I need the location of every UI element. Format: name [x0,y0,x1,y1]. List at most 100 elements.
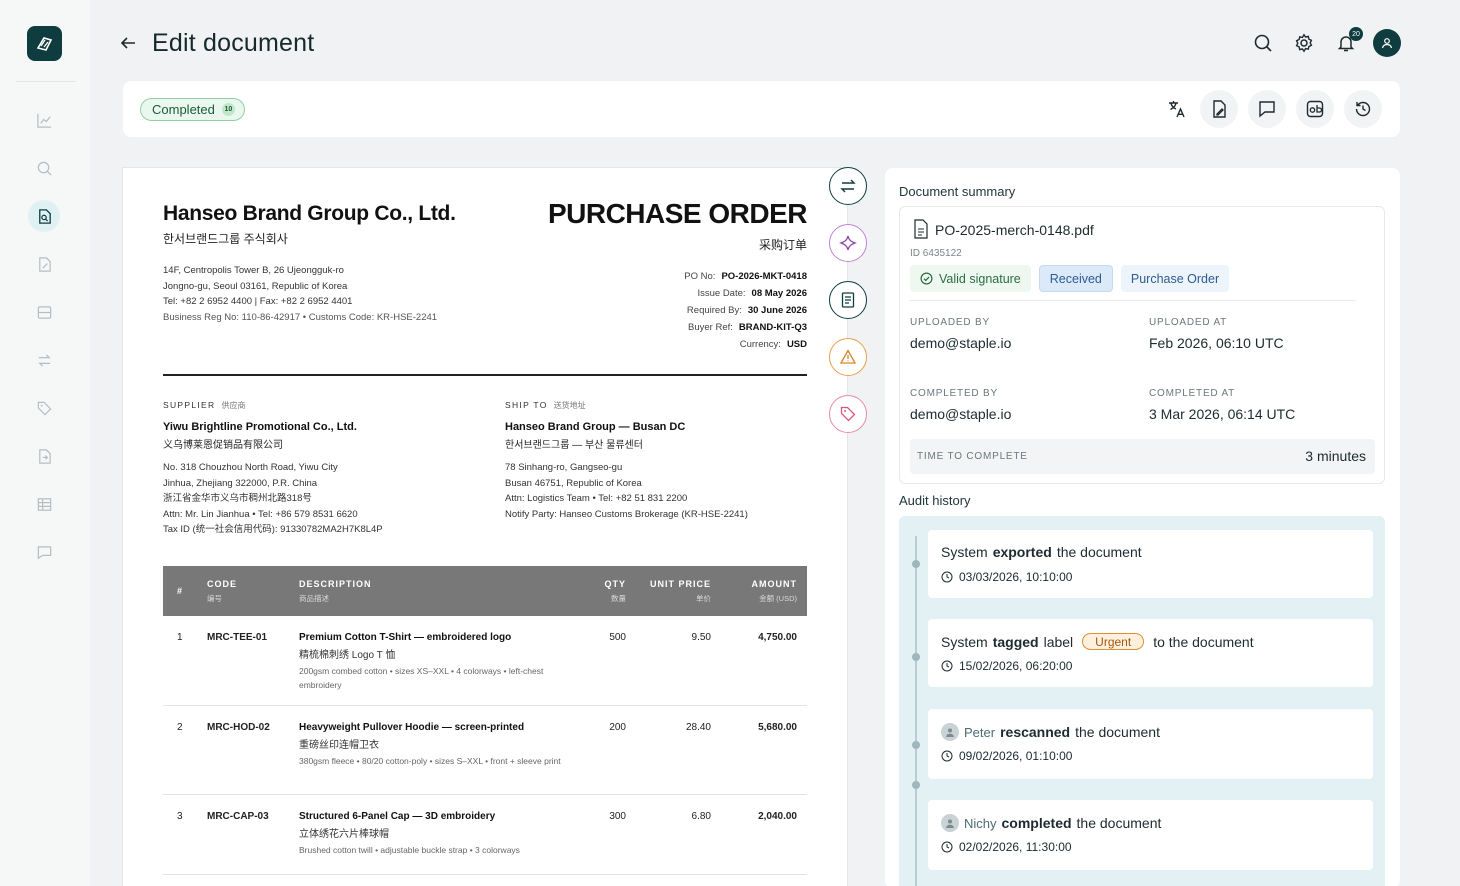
urgent-label-chip[interactable]: Urgent [1082,633,1145,650]
summary-card: PO-2025-merch-0148.pdf ID 6435122 Valid … [899,206,1385,484]
ai-tool-button[interactable] [829,224,867,262]
col-amount: AMOUNT 金额 (USD) [751,579,798,603]
back-button[interactable] [117,32,139,54]
tag-received[interactable]: Received [1038,265,1113,292]
table-row: 3 MRC-CAP-03 Structured 6-Panel Cap — 3D… [163,795,807,875]
user-avatar-peter [941,723,959,741]
company-name-kr: 한서브랜드그룹 주식회사 [163,232,288,246]
document-pen-icon [1213,100,1226,118]
items-table-header: # CODE 编号 DESCRIPTION 商品描述 QTY 数量 UNIT PRIC… [163,566,807,616]
col-unit-price: UNIT PRICE 单价 [649,579,711,603]
sidebar [0,0,90,886]
ship-to-name-cn: 한서브랜드그룹 — 부산 물류센터 [505,440,643,451]
meta-row: PO No: PO-2026-MKT-0418 [684,271,807,282]
header-notifications-button[interactable]: 20 [1334,27,1363,55]
compare-tool-button[interactable] [829,167,867,205]
sidebar-item-messages[interactable] [28,536,60,568]
chat-icon [37,545,51,559]
document-details-panel: Document summary PO-2025-merch-0148.pdf … [885,168,1400,886]
search-icon [37,161,52,176]
company-address: 14F, Centropolis Tower B, 26 Ujeongguk-r… [163,263,437,325]
document-export-icon [38,448,51,464]
sparkle-icon [839,235,857,251]
timeline-dot [912,741,920,749]
history-button[interactable] [1344,90,1382,128]
po-title: PURCHASE ORDER [547,198,808,229]
audit-event: System tagged label Urgent to the document 1… [928,619,1373,687]
tags-tool-button[interactable] [829,395,867,433]
address-line: Business Reg No: 110-86-42917 • Customs … [163,311,438,323]
warning-icon [839,349,857,364]
completed-at-value: 3 Mar 2026, 06:14 UTC [1149,406,1296,422]
extract-tool-button[interactable] [829,281,867,319]
ttc-value: 3 minutes [1305,448,1366,464]
sidebar-item-analytics[interactable] [28,104,60,136]
document-preview[interactable]: Hanseo Brand Group Co., Ltd. 한서브랜드그룹 주식회… [123,168,847,886]
uploaded-at-label: UPLOADED AT [1149,317,1228,328]
translate-button[interactable] [1158,90,1196,128]
file-icon [914,219,928,239]
timeline-dot [912,781,920,789]
supplier-name-cn: 义乌博莱恩促销品有限公司 [163,440,283,451]
address-line: Tel: +82 2 6952 4400 | Fax: +82 2 6952 4… [163,296,353,307]
timeline-dot [912,653,920,661]
gear-icon [1295,33,1313,53]
page-title: Edit document [152,29,315,57]
col-num: # [177,586,184,596]
completed-by-label: COMPLETED BY [910,388,998,399]
app-logo[interactable] [27,26,62,61]
header-settings-button[interactable] [1292,31,1316,55]
document-search-icon [38,208,51,224]
tag-valid-signature[interactable]: Valid signature [910,265,1031,292]
uploaded-at-value: Feb 2026, 06:10 UTC [1149,335,1284,351]
ocr-button[interactable] [1296,90,1334,128]
uploaded-by-value: demo@staple.io [910,335,1012,351]
status-badge[interactable]: Completed 10 [140,98,245,121]
warnings-tool-button[interactable] [829,338,867,376]
col-qty: QTY 数量 [604,579,626,603]
document-toolbar: Completed 10 [123,81,1400,137]
sidebar-item-tables[interactable] [28,488,60,520]
table-row: 2 MRC-HOD-02 Heavyweight Pullover Hoodie… [163,706,807,795]
tag-purchase-order[interactable]: Purchase Order [1120,265,1230,292]
sidebar-item-edit[interactable] [28,248,60,280]
summary-divider [910,300,1356,301]
table-icon [37,497,51,511]
uploaded-by-label: UPLOADED BY [910,317,990,328]
sidebar-item-tags[interactable] [28,392,60,424]
sidebar-item-search[interactable] [28,152,60,184]
document-edit-icon [38,256,51,272]
comment-icon [1259,101,1275,118]
user-avatar-nichy [941,814,959,832]
check-circle-icon [920,272,933,285]
file-id: ID 6435122 [910,248,962,259]
timeline-dot [912,560,920,568]
notification-badge: 20 [1349,27,1363,41]
po-meta: PO No: PO-2026-MKT-0418 Issue Date: 08 May… [684,268,807,353]
ocr-icon [1306,100,1324,118]
user-avatar[interactable] [1373,29,1401,57]
file-name[interactable]: PO-2025-merch-0148.pdf [935,222,1094,238]
meta-row: Issue Date: 08 May 2026 [697,288,807,299]
swap-icon [37,353,51,367]
supplier-block: SUPPLIER 供应商 Yiwu Brightline Promotional … [163,400,383,535]
comments-button[interactable] [1248,90,1286,128]
sidebar-item-documents[interactable] [28,200,60,232]
inbox-icon [37,305,51,319]
translate-icon [1169,101,1185,118]
audit-event: Peter rescanned the document 09/02/2026, 0… [928,709,1373,779]
chart-icon [36,113,51,128]
meta-row: Buyer Ref: BRAND-KIT-Q3 [688,322,807,333]
header-search-button[interactable] [1251,31,1275,55]
sidebar-item-inbox[interactable] [28,296,60,328]
status-label: Completed [152,102,215,117]
search-icon [1254,34,1272,52]
user-icon [946,819,954,828]
audit-history: System exported the document 03/03/2026, 1… [899,516,1385,886]
document-sign-button[interactable] [1200,90,1238,128]
ship-to-block: SHIP TO 送货地址 Hanseo Brand Group — Busan D… [505,400,748,520]
audit-event: System exported the document 03/03/2026, 1… [928,530,1373,598]
clock-icon [941,660,953,672]
sidebar-item-transfers[interactable] [28,344,60,376]
sidebar-item-exports[interactable] [28,440,60,472]
